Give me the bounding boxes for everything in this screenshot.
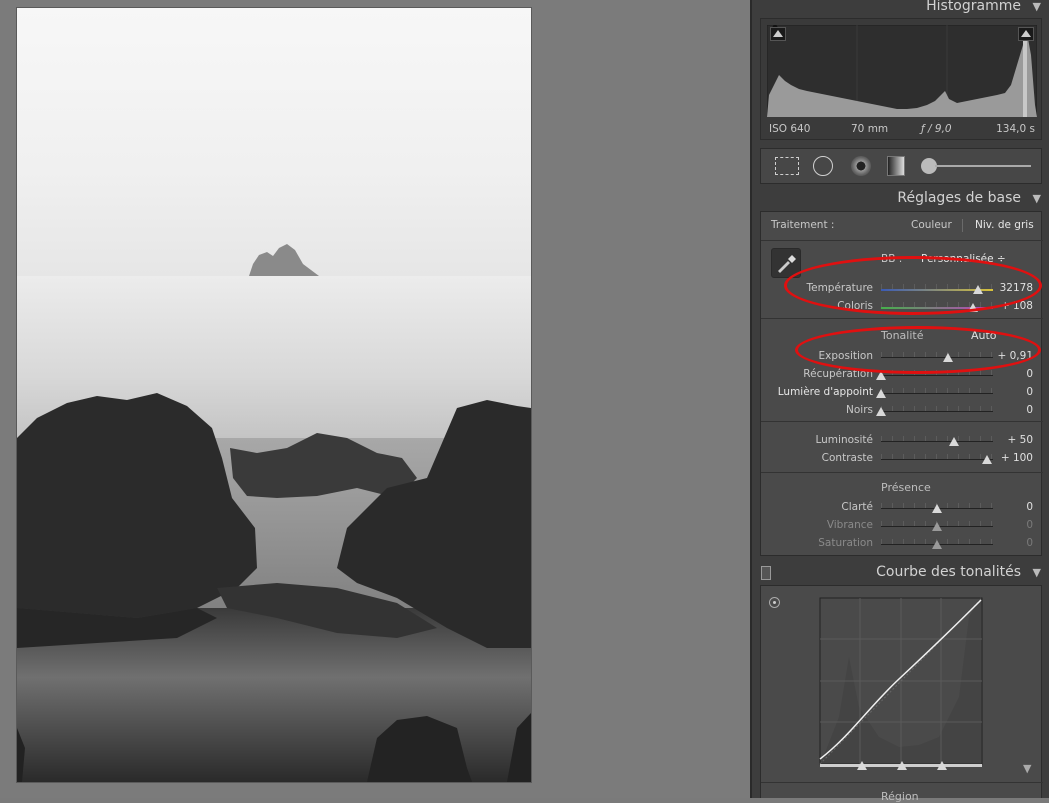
- histogram-header[interactable]: Histogramme ▼: [752, 0, 1049, 20]
- slider-thumb-fill[interactable]: [876, 389, 886, 398]
- adjustment-brush-icon[interactable]: [921, 158, 1031, 174]
- slider-ticks: [881, 436, 993, 441]
- basic-panel-title: Réglages de base: [897, 190, 1021, 206]
- curve-split-light[interactable]: [937, 761, 947, 770]
- slider-thumb-brightness[interactable]: [948, 437, 959, 446]
- slider-row-clarity[interactable]: Clarté 0: [761, 501, 1043, 515]
- slider-track-fill[interactable]: [881, 393, 993, 394]
- tone-curve-title: Courbe des tonalités: [876, 564, 1021, 580]
- crop-grid-icon[interactable]: [775, 157, 799, 175]
- slider-row-vibrance[interactable]: Vibrance 0: [761, 519, 1043, 533]
- slider-row-blacks[interactable]: Noirs 0: [761, 404, 1043, 418]
- slider-label-saturation: Saturation: [818, 537, 873, 549]
- slider-ticks: [881, 406, 993, 411]
- aperture-readout: ƒ / 9,0: [921, 123, 952, 135]
- slider-label-blacks: Noirs: [846, 404, 873, 416]
- slider-label-fill: Lumière d'appoint: [777, 386, 873, 398]
- slider-value-fill[interactable]: 0: [993, 386, 1033, 398]
- slider-value-blacks[interactable]: 0: [993, 404, 1033, 416]
- treatment-color-option[interactable]: Couleur: [911, 219, 952, 231]
- curve-split-dark[interactable]: [857, 761, 867, 770]
- collapse-triangle-icon[interactable]: ▼: [1033, 566, 1041, 579]
- focal-readout: 70 mm: [851, 123, 889, 135]
- slider-label-brightness: Luminosité: [815, 434, 873, 446]
- region-label: Région: [881, 790, 919, 803]
- spot-removal-icon[interactable]: [813, 156, 833, 176]
- histogram-panel: ISO 640 70 mm ƒ / 9,0 134,0 s: [760, 18, 1042, 140]
- shutter-readout: 134,0 s: [996, 123, 1035, 135]
- tone-curve-header[interactable]: Courbe des tonalités ▼: [752, 560, 1049, 586]
- slider-ticks: [881, 388, 993, 393]
- slider-value-clarity[interactable]: 0: [993, 501, 1033, 513]
- clip-shadow-indicator[interactable]: [770, 27, 786, 41]
- treatment-gray-option[interactable]: Niv. de gris: [975, 219, 1034, 231]
- slider-label-clarity: Clarté: [841, 501, 873, 513]
- slider-thumb-vibrance[interactable]: [932, 522, 942, 531]
- curve-split-mid[interactable]: [897, 761, 907, 770]
- collapse-triangle-icon[interactable]: ▼: [1033, 192, 1041, 205]
- slider-track-blacks[interactable]: [881, 411, 993, 412]
- basic-panel-header[interactable]: Réglages de base ▼: [752, 186, 1049, 212]
- slider-track-brightness[interactable]: [881, 441, 993, 442]
- graduated-filter-icon[interactable]: [887, 156, 905, 176]
- red-eye-icon[interactable]: [851, 156, 871, 176]
- slider-row-saturation[interactable]: Saturation 0: [761, 537, 1043, 551]
- collapse-triangle-icon[interactable]: ▼: [1033, 0, 1041, 13]
- iso-readout: ISO 640: [769, 123, 811, 135]
- slider-thumb-clarity[interactable]: [932, 504, 942, 513]
- develop-right-panel: Histogramme ▼ ISO 640 70 mm ƒ / 9,0 134,…: [750, 0, 1049, 803]
- slider-ticks: [881, 454, 993, 459]
- basic-panel: Traitement : Couleur Niv. de gris BB : P…: [760, 211, 1043, 556]
- slider-thumb-saturation[interactable]: [932, 540, 942, 549]
- slider-row-contrast[interactable]: Contraste + 100: [761, 452, 1043, 466]
- panel-switch-icon[interactable]: [761, 566, 771, 580]
- treatment-label: Traitement :: [771, 219, 835, 231]
- histogram-title: Histogramme: [926, 0, 1021, 14]
- slider-value-contrast[interactable]: + 100: [993, 452, 1033, 464]
- slider-value-vibrance[interactable]: 0: [993, 519, 1033, 531]
- slider-row-fill[interactable]: Lumière d'appoint 0: [761, 386, 1043, 400]
- slider-thumb-contrast[interactable]: [982, 455, 993, 464]
- annotation-oval-exposure: [795, 326, 1041, 374]
- slider-track-contrast[interactable]: [881, 459, 993, 460]
- slider-value-saturation[interactable]: 0: [993, 537, 1033, 549]
- slider-thumb-blacks[interactable]: [876, 407, 886, 416]
- slider-label-contrast: Contraste: [821, 452, 873, 464]
- annotation-oval-wb: [784, 256, 1042, 315]
- slider-label-vibrance: Vibrance: [826, 519, 873, 531]
- image-canvas[interactable]: [0, 0, 750, 798]
- slider-value-recovery[interactable]: 0: [993, 368, 1033, 380]
- tool-strip: [760, 148, 1042, 184]
- presence-section-label: Présence: [881, 481, 931, 494]
- histogram-graph: [767, 25, 1037, 117]
- tone-curve-panel: ▼ Région: [760, 585, 1043, 803]
- slider-track-recovery[interactable]: [881, 375, 993, 376]
- target-adjust-icon[interactable]: [769, 597, 780, 608]
- slider-row-brightness[interactable]: Luminosité + 50: [761, 434, 1043, 448]
- curve-options-triangle-icon[interactable]: ▼: [1023, 762, 1031, 775]
- clip-highlight-indicator[interactable]: [1018, 27, 1034, 41]
- slider-value-brightness[interactable]: + 50: [993, 434, 1034, 446]
- tone-curve-graph[interactable]: [819, 597, 983, 767]
- photo-preview[interactable]: [17, 8, 531, 782]
- seascape-photo: [17, 8, 531, 782]
